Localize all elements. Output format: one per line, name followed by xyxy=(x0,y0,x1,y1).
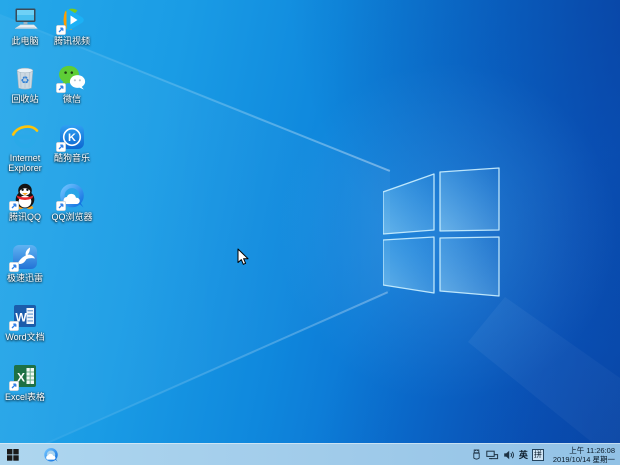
desktop-icon-kugou-music[interactable]: K 酷狗音乐 xyxy=(46,123,98,163)
internet-explorer-icon xyxy=(11,123,39,151)
desktop-icon-label: QQ浏览器 xyxy=(51,212,92,222)
svg-text:♻: ♻ xyxy=(21,76,30,87)
desktop-icon-label: Internet Explorer xyxy=(0,153,51,173)
desktop-icon-tencent-video[interactable]: 腾讯视频 xyxy=(46,6,98,46)
desktop-icon-word[interactable]: W Word文档 xyxy=(0,302,51,342)
shortcut-arrow-icon xyxy=(56,25,66,35)
desktop-icon-excel[interactable]: X Excel表格 xyxy=(0,362,51,402)
shortcut-arrow-icon xyxy=(9,201,19,211)
desktop-icon-label: 极速迅雷 xyxy=(7,273,43,283)
excel-icon: X xyxy=(11,362,39,390)
windows-start-icon xyxy=(7,449,19,461)
taskbar: 英 拼 上午 11:26:08 2019/10/14 星期一 xyxy=(0,443,620,465)
desktop-icon-recycle-bin[interactable]: ♻ 回收站 xyxy=(0,64,51,104)
desktop-icon-label: 腾讯视频 xyxy=(54,36,90,46)
shortcut-arrow-icon xyxy=(56,142,66,152)
svg-text:K: K xyxy=(68,132,76,144)
desktop-screen: 此电脑 腾讯视频 ♻ 回收站 xyxy=(0,0,620,465)
desktop-icon-tencent-qq[interactable]: 腾讯QQ xyxy=(0,182,51,222)
desktop-icon-label: 酷狗音乐 xyxy=(54,153,90,163)
windows-logo xyxy=(383,166,503,298)
shortcut-arrow-icon xyxy=(56,83,66,93)
desktop-icon-label: Excel表格 xyxy=(5,392,45,402)
system-tray: 英 拼 上午 11:26:08 2019/10/14 星期一 xyxy=(471,444,620,465)
network-ethernet-icon[interactable] xyxy=(486,449,499,461)
desktop-icon-label: Word文档 xyxy=(5,332,44,342)
shortcut-arrow-icon xyxy=(9,321,19,331)
desktop-icon-wechat[interactable]: 微信 xyxy=(46,64,98,104)
shortcut-arrow-icon xyxy=(9,381,19,391)
desktop-icon-label: 腾讯QQ xyxy=(9,212,41,222)
this-pc-icon xyxy=(11,6,39,34)
desktop-icon-thunder[interactable]: 极速迅雷 xyxy=(0,243,51,283)
tray-time: 上午 11:26:08 xyxy=(553,446,615,455)
wechat-icon xyxy=(58,64,86,92)
desktop-icon-qq-browser[interactable]: QQ浏览器 xyxy=(46,182,98,222)
qq-browser-icon xyxy=(43,447,59,463)
tencent-qq-icon xyxy=(11,182,39,210)
mouse-cursor xyxy=(237,248,249,271)
kugou-music-icon: K xyxy=(58,123,86,151)
language-indicator[interactable]: 英 xyxy=(519,448,528,461)
qq-browser-icon xyxy=(58,182,86,210)
tray-date: 2019/10/14 星期一 xyxy=(553,455,615,464)
usb-safely-remove-icon[interactable] xyxy=(471,449,482,461)
taskbar-clock[interactable]: 上午 11:26:08 2019/10/14 星期一 xyxy=(553,446,615,464)
desktop-icon-internet-explorer[interactable]: Internet Explorer xyxy=(0,123,51,173)
desktop-icon-label: 微信 xyxy=(63,94,81,104)
shortcut-arrow-icon xyxy=(56,201,66,211)
desktop-icon-this-pc[interactable]: 此电脑 xyxy=(0,6,51,46)
tencent-video-icon xyxy=(58,6,86,34)
ime-indicator[interactable]: 拼 xyxy=(532,449,544,461)
desktop-icon-label: 回收站 xyxy=(11,94,38,104)
start-button[interactable] xyxy=(0,444,26,465)
taskbar-qq-browser-button[interactable] xyxy=(39,444,63,465)
recycle-bin-icon: ♻ xyxy=(11,64,39,92)
desktop-icon-label: 此电脑 xyxy=(11,36,38,46)
thunder-icon xyxy=(11,243,39,271)
shortcut-arrow-icon xyxy=(9,262,19,272)
volume-icon[interactable] xyxy=(503,449,515,461)
word-icon: W xyxy=(11,302,39,330)
